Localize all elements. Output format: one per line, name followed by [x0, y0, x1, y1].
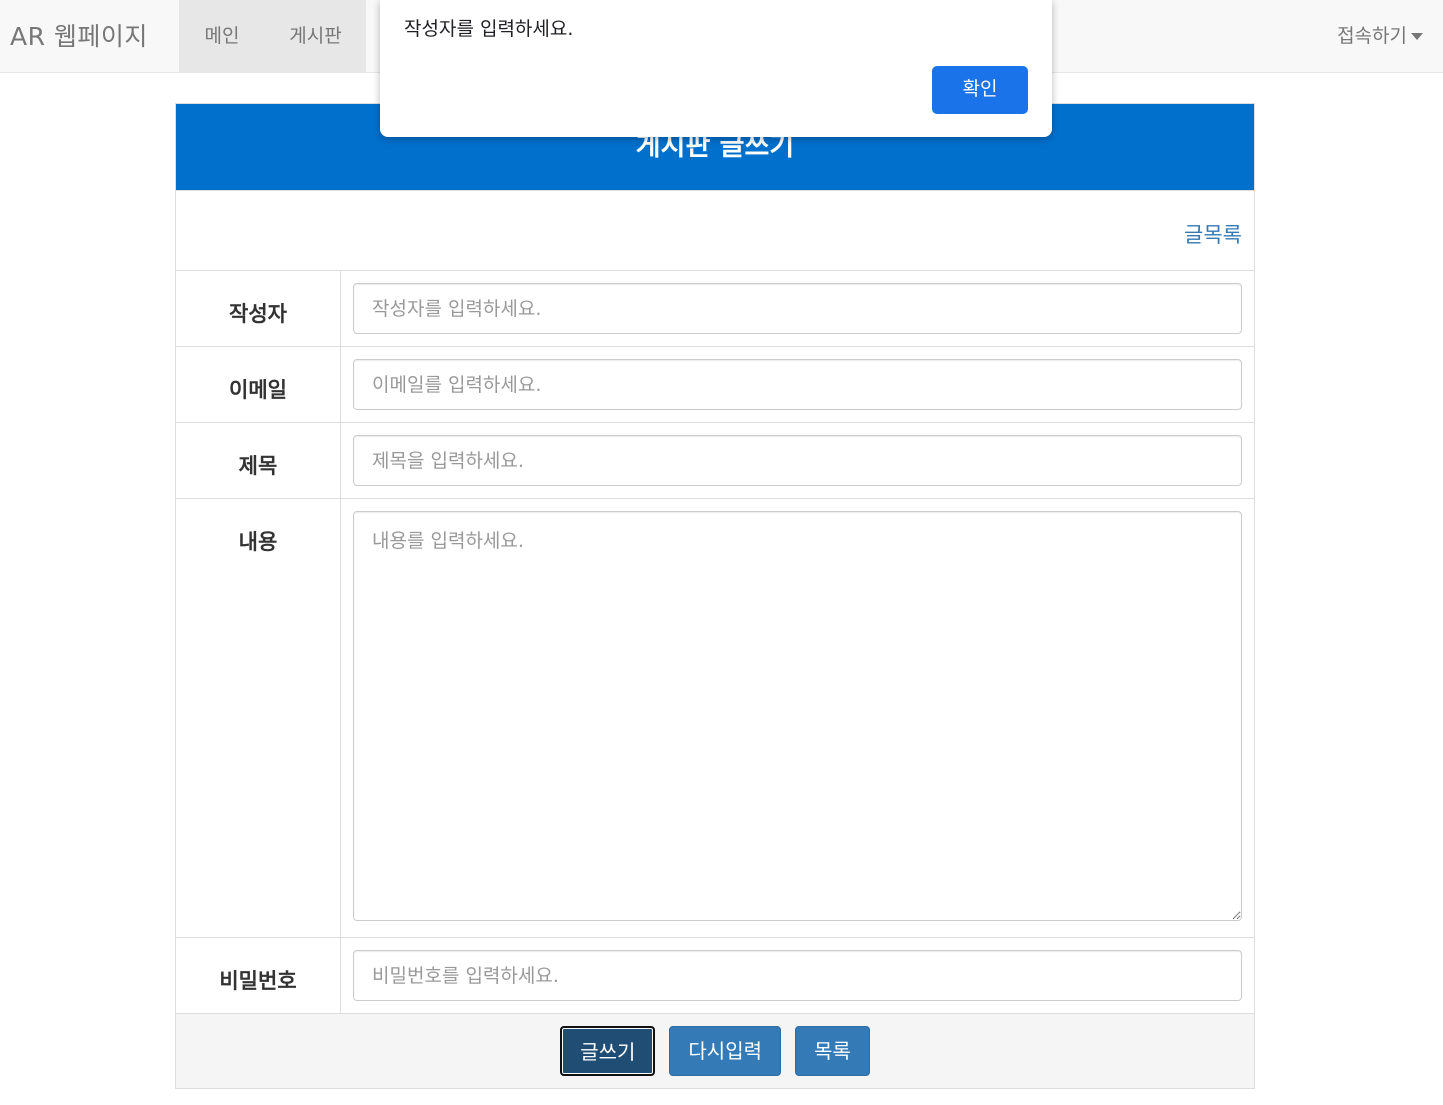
reset-button[interactable]: 다시입력 — [669, 1026, 781, 1076]
nav-item-board[interactable]: 게시판 — [265, 0, 366, 72]
write-form-table: 게시판 글쓰기 글목록 작성자 이메일 제목 내용 비밀번호 글쓰기다시입력목록 — [175, 103, 1255, 1089]
brand-logo[interactable]: AR 웹페이지 — [10, 17, 148, 53]
content-row: 내용 — [176, 498, 1254, 937]
subject-row: 제목 — [176, 422, 1254, 498]
nav-item-main[interactable]: 메인 — [179, 0, 265, 72]
author-input[interactable] — [353, 283, 1242, 334]
alert-message: 작성자를 입력하세요. — [404, 18, 574, 40]
password-label: 비밀번호 — [176, 938, 341, 1013]
email-input[interactable] — [353, 359, 1242, 410]
list-button[interactable]: 목록 — [795, 1026, 870, 1076]
caret-down-icon — [1411, 33, 1423, 40]
form-buttons-row: 글쓰기 다시입력 목록 — [176, 1013, 1254, 1088]
subject-input[interactable] — [353, 435, 1242, 486]
author-label: 작성자 — [176, 271, 341, 346]
password-row: 비밀번호 — [176, 937, 1254, 1013]
author-row: 작성자 — [176, 270, 1254, 346]
password-input[interactable] — [353, 950, 1242, 1001]
email-label: 이메일 — [176, 347, 341, 422]
email-row: 이메일 — [176, 346, 1254, 422]
connect-dropdown-label: 접속하기 — [1337, 25, 1407, 47]
alert-ok-button[interactable]: 확인 — [932, 66, 1028, 114]
connect-dropdown[interactable]: 접속하기 — [1337, 0, 1423, 72]
content-label: 내용 — [176, 499, 341, 937]
post-list-link[interactable]: 글목록 — [1184, 219, 1242, 249]
list-link-row: 글목록 — [176, 190, 1254, 270]
write-button[interactable]: 글쓰기 — [560, 1026, 656, 1076]
alert-dialog: 작성자를 입력하세요. 확인 — [380, 0, 1052, 137]
subject-label: 제목 — [176, 423, 341, 498]
content-textarea[interactable] — [353, 511, 1242, 921]
